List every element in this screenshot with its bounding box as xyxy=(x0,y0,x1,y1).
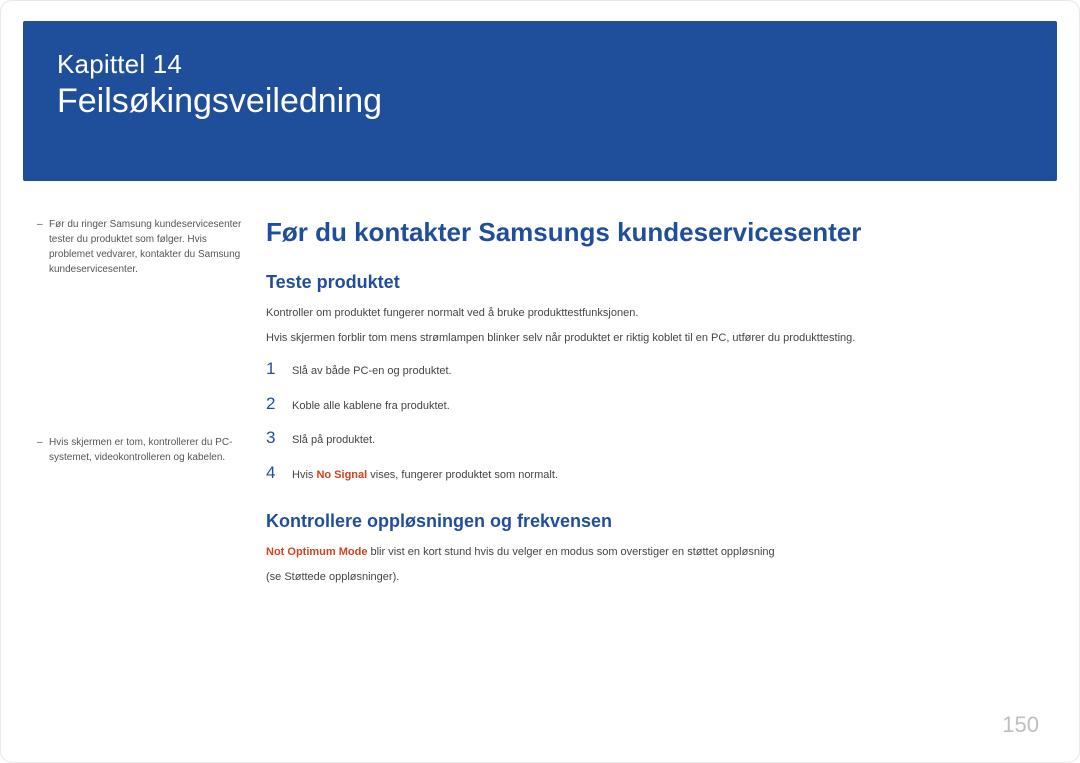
paragraph: Not Optimum Mode blir vist en kort stund… xyxy=(266,544,1045,561)
highlight-text: Not Optimum Mode xyxy=(266,546,367,558)
step-text: Hvis No Signal vises, fungerer produktet… xyxy=(292,467,558,484)
sidebar-notes: Før du ringer Samsung kundeservicesenter… xyxy=(37,217,242,594)
step-item: 2 Koble alle kablene fra produktet. xyxy=(266,394,1045,415)
paragraph: Hvis skjermen forblir tom mens strømlamp… xyxy=(266,330,1045,347)
document-page: Kapittel 14 Feilsøkingsveiledning Før du… xyxy=(0,0,1080,763)
step-number: 2 xyxy=(266,394,292,414)
chapter-number: Kapittel 14 xyxy=(57,49,1023,80)
step-text: Slå av både PC-en og produktet. xyxy=(292,363,452,380)
section-heading-main: Før du kontakter Samsungs kundeservicese… xyxy=(266,217,1045,248)
section-heading: Kontrollere oppløsningen og frekvensen xyxy=(266,511,1045,532)
section-heading: Teste produktet xyxy=(266,272,1045,293)
step-text-suffix: vises, fungerer produktet som normalt. xyxy=(367,469,558,481)
paragraph: Kontroller om produktet fungerer normalt… xyxy=(266,305,1045,322)
step-number: 4 xyxy=(266,463,292,483)
paragraph: (se Støttede oppløsninger). xyxy=(266,569,1045,586)
step-number: 3 xyxy=(266,428,292,448)
step-text: Slå på produktet. xyxy=(292,432,375,449)
side-note: Hvis skjermen er tom, kontrollerer du PC… xyxy=(37,435,242,465)
step-list: 1 Slå av både PC-en og produktet. 2 Kobl… xyxy=(266,359,1045,483)
step-text: Koble alle kablene fra produktet. xyxy=(292,398,450,415)
chapter-banner: Kapittel 14 Feilsøkingsveiledning xyxy=(23,21,1057,181)
chapter-title: Feilsøkingsveiledning xyxy=(57,82,1023,121)
page-number: 150 xyxy=(1002,712,1039,738)
step-item: 1 Slå av både PC-en og produktet. xyxy=(266,359,1045,380)
step-text-prefix: Hvis xyxy=(292,469,316,481)
step-item: 3 Slå på produktet. xyxy=(266,428,1045,449)
side-note: Før du ringer Samsung kundeservicesenter… xyxy=(37,217,242,277)
main-column: Før du kontakter Samsungs kundeservicese… xyxy=(242,217,1045,594)
step-number: 1 xyxy=(266,359,292,379)
step-item: 4 Hvis No Signal vises, fungerer produkt… xyxy=(266,463,1045,484)
content-area: Før du ringer Samsung kundeservicesenter… xyxy=(23,217,1057,594)
paragraph-text: blir vist en kort stund hvis du velger e… xyxy=(367,546,774,558)
highlight-text: No Signal xyxy=(316,469,367,481)
